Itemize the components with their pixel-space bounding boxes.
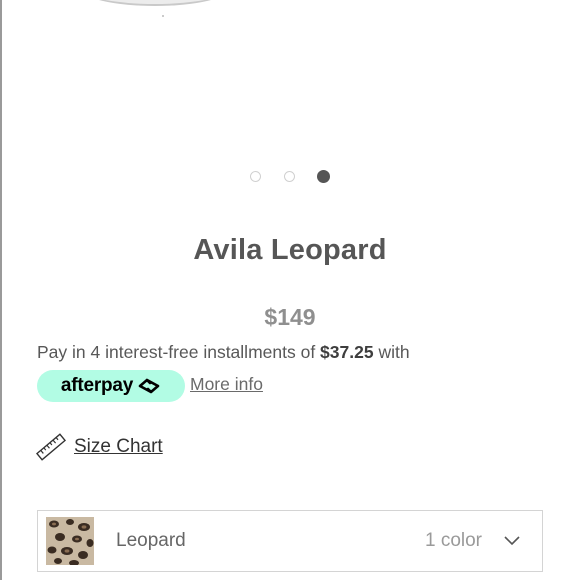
product-price: $149 — [264, 304, 316, 330]
ruler-icon — [36, 433, 66, 461]
size-chart-link[interactable]: Size Chart — [36, 432, 163, 462]
installment-suffix: with — [373, 342, 410, 362]
carousel-dot-1[interactable] — [250, 171, 262, 183]
afterpay-installment-text: Pay in 4 interest-free installments of $… — [37, 342, 410, 363]
installment-amount: $37.25 — [320, 342, 374, 362]
chevron-down-icon — [504, 536, 520, 546]
carousel-dot-3[interactable] — [316, 170, 330, 184]
carousel-indicators — [0, 168, 580, 186]
installment-prefix: Pay in 4 interest-free installments of — [37, 342, 321, 362]
color-count: 1 color — [424, 530, 482, 551]
left-border — [0, 0, 2, 580]
afterpay-wordmark: afterpay — [60, 375, 134, 396]
afterpay-badge[interactable]: afterpay — [37, 370, 185, 402]
product-title: Avila Leopard — [193, 234, 387, 266]
carousel-dot-2[interactable] — [283, 171, 295, 183]
selected-color-name: Leopard — [116, 530, 186, 551]
leopard-swatch — [46, 517, 94, 565]
product-image-detail — [162, 15, 164, 17]
afterpay-logo-icon — [138, 378, 160, 394]
afterpay-more-info-link[interactable]: More info — [190, 374, 263, 395]
product-image[interactable] — [80, 0, 230, 6]
color-selector-dropdown[interactable]: Leopard 1 color — [37, 510, 543, 572]
size-chart-label: Size Chart — [74, 436, 163, 457]
